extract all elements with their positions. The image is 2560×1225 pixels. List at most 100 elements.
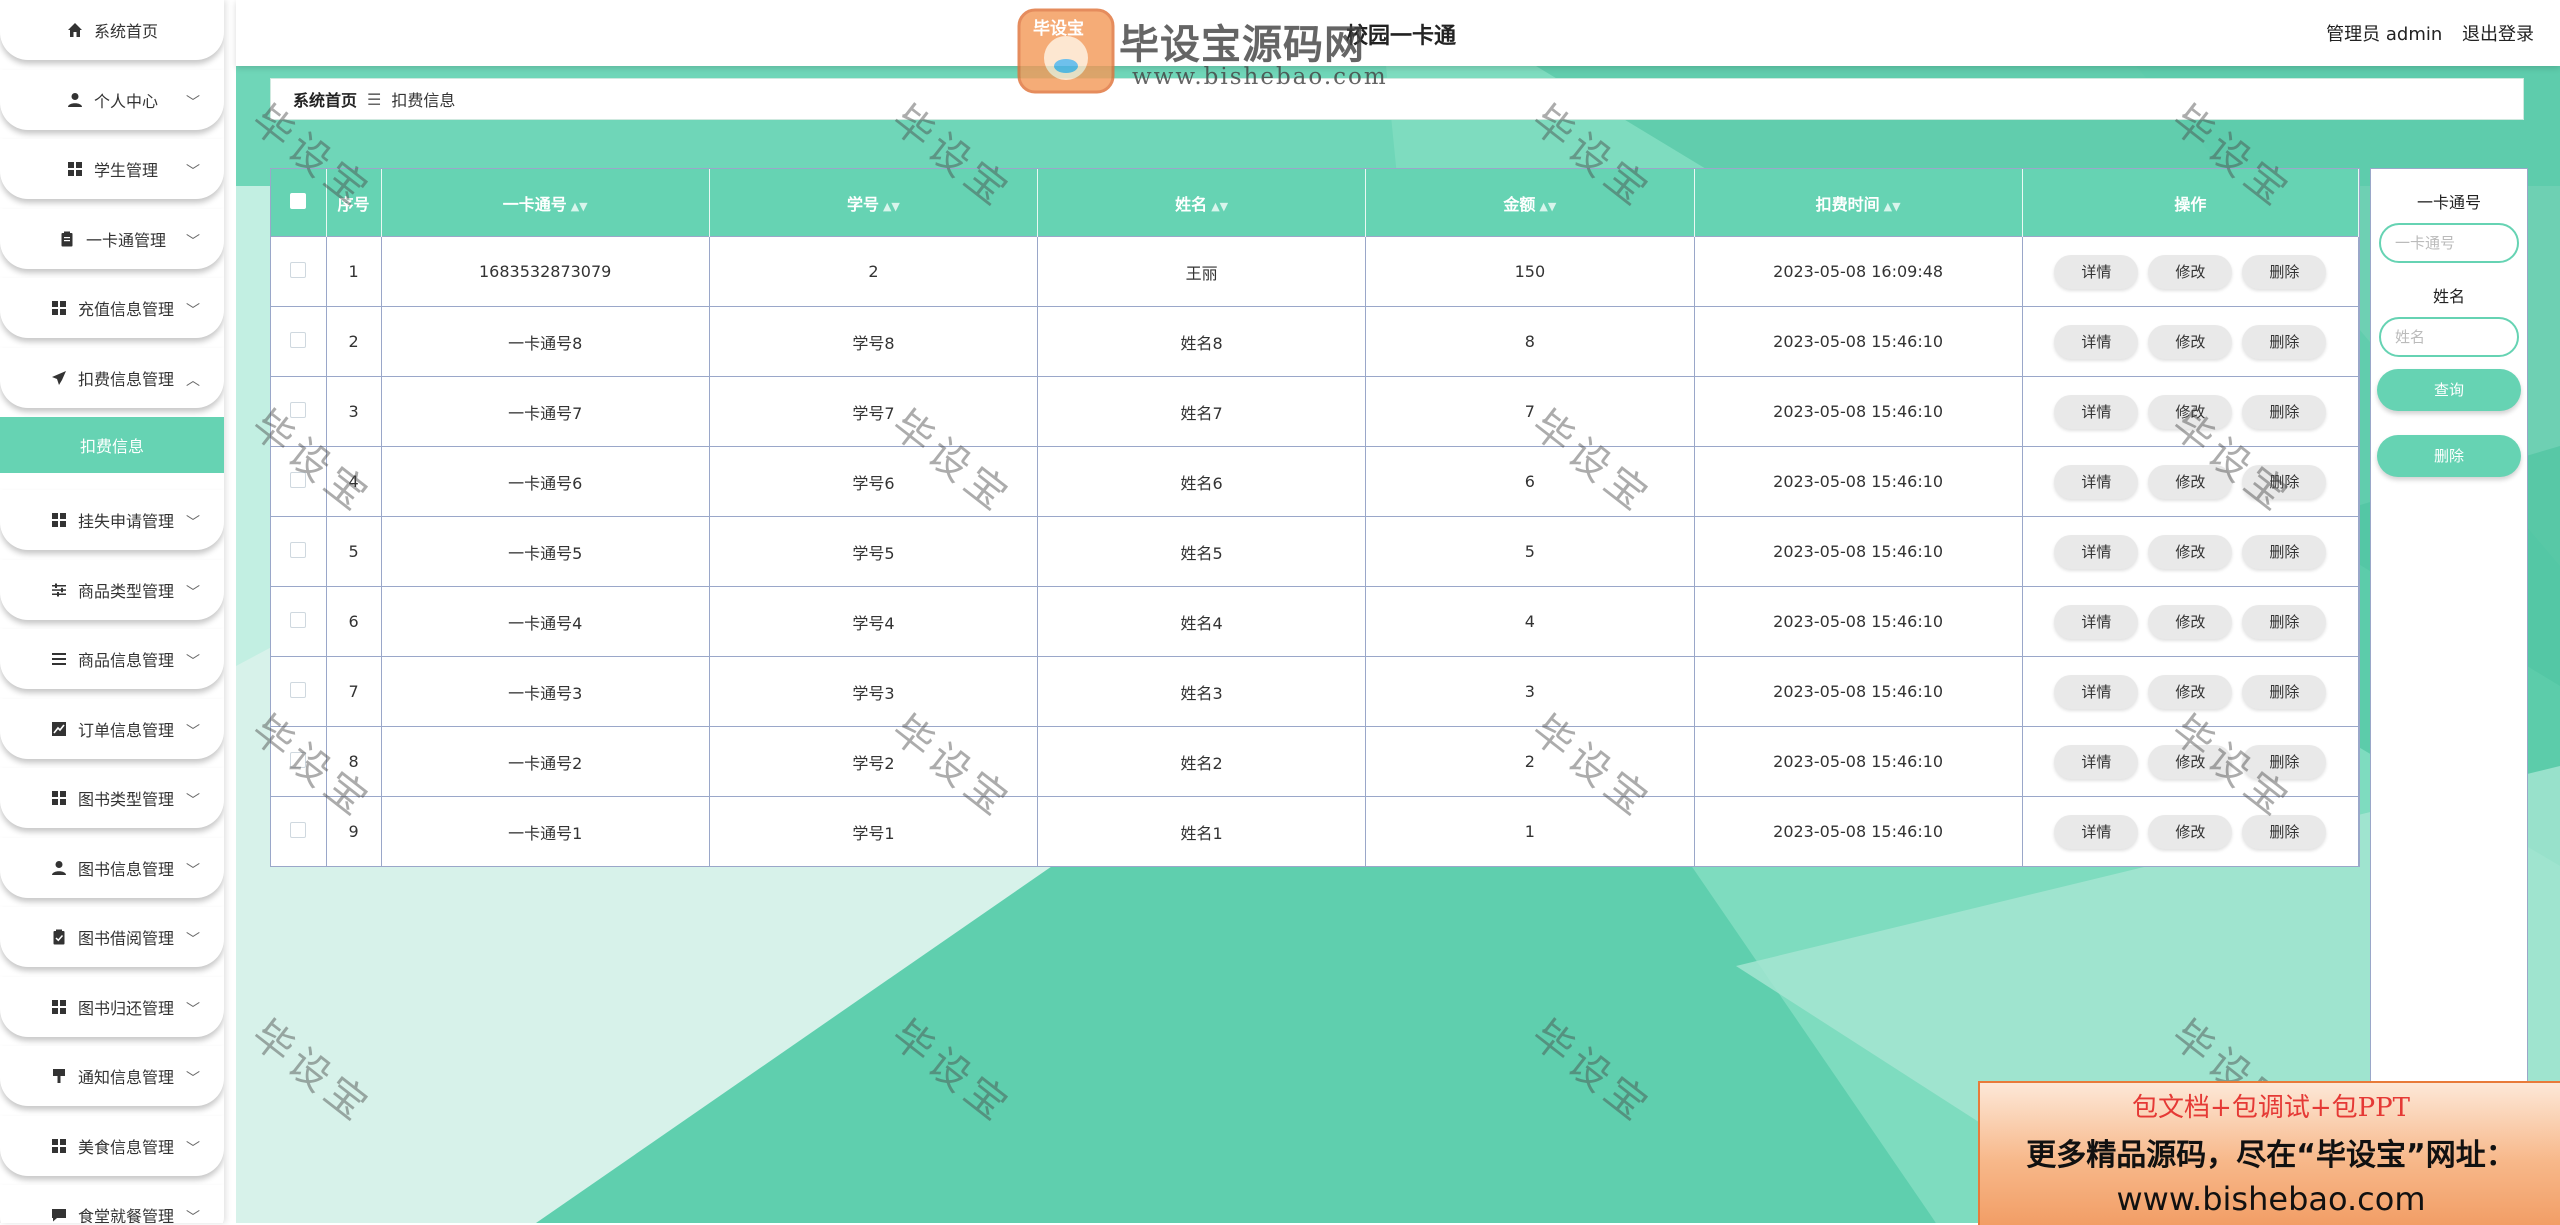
column-header-name[interactable]: 姓名 ▲▼	[1037, 169, 1367, 237]
sort-icon[interactable]: ▲▼	[571, 200, 588, 213]
edit-button[interactable]: 修改	[2148, 744, 2233, 779]
sidebar-item-label: 美食信息管理	[77, 1137, 174, 1157]
row-checkbox[interactable]	[290, 471, 307, 488]
select-all-checkbox[interactable]	[290, 192, 307, 209]
promo-banner: 包文档+包调试+包PPT 更多精品源码，尽在“毕设宝”网址： www.bishe…	[1978, 1081, 2560, 1225]
cell-time: 2023-05-08 15:46:10	[1694, 516, 2023, 587]
chevron-down-icon: ﹀	[186, 233, 200, 250]
row-checkbox-cell[interactable]	[271, 376, 327, 447]
sidebar-item-order-management[interactable]: 订单信息管理 ﹀	[0, 698, 224, 759]
row-checkbox-cell[interactable]	[271, 796, 327, 866]
detail-button[interactable]: 详情	[2054, 744, 2139, 779]
detail-button[interactable]: 详情	[2054, 324, 2139, 359]
row-checkbox[interactable]	[290, 611, 307, 628]
sidebar-item-deduction-management[interactable]: 扣费信息管理 ︿	[0, 347, 224, 408]
detail-button[interactable]: 详情	[2054, 814, 2139, 849]
delete-button[interactable]: 删除	[2242, 324, 2327, 359]
chevron-down-icon: ﹀	[186, 1001, 200, 1018]
edit-button[interactable]: 修改	[2148, 324, 2233, 359]
column-header-card-no[interactable]: 一卡通号 ▲▼	[381, 169, 710, 237]
row-checkbox-cell[interactable]	[271, 516, 327, 587]
logout-link[interactable]: 退出登录	[2462, 24, 2534, 45]
row-checkbox[interactable]	[290, 401, 307, 418]
table-row: 2 一卡通号8 学号8 姓名8 8 2023-05-08 15:46:10 详情…	[271, 306, 2360, 377]
sidebar-subitem-deduction-info[interactable]: 扣费信息	[0, 417, 224, 473]
row-checkbox-cell[interactable]	[271, 446, 327, 517]
sidebar-item-book-borrow-management[interactable]: 图书借阅管理 ﹀	[0, 907, 224, 967]
detail-button[interactable]: 详情	[2054, 254, 2139, 289]
cell-amount: 2	[1365, 726, 1695, 797]
row-checkbox-cell[interactable]	[271, 726, 327, 797]
detail-button[interactable]: 详情	[2054, 464, 2139, 499]
sort-icon[interactable]: ▲▼	[1211, 200, 1228, 213]
delete-button[interactable]: 删除	[2242, 464, 2327, 499]
sort-icon[interactable]: ▲▼	[1539, 200, 1556, 213]
edit-button[interactable]: 修改	[2148, 394, 2233, 429]
breadcrumb-home[interactable]: 系统首页	[293, 87, 357, 111]
row-checkbox-cell[interactable]	[271, 306, 327, 377]
edit-button[interactable]: 修改	[2148, 464, 2233, 499]
row-checkbox[interactable]	[290, 681, 307, 698]
delete-button[interactable]: 删除	[2242, 604, 2327, 639]
edit-button[interactable]: 修改	[2148, 674, 2233, 709]
row-checkbox[interactable]	[290, 331, 307, 348]
cell-name: 姓名5	[1037, 516, 1367, 587]
sidebar-item-personal-center[interactable]: 个人中心 ﹀	[0, 69, 224, 130]
row-checkbox-cell[interactable]	[271, 236, 327, 307]
sidebar-item-recharge-management[interactable]: 充值信息管理 ﹀	[0, 278, 224, 338]
delete-button[interactable]: 删除	[2242, 534, 2327, 569]
sidebar-item-product-type-management[interactable]: 商品类型管理 ﹀	[0, 559, 224, 620]
cell-index: 3	[326, 376, 382, 447]
grid-icon	[50, 789, 68, 807]
delete-button[interactable]: 删除	[2242, 254, 2327, 289]
cell-card-no: 一卡通号6	[381, 446, 710, 517]
row-checkbox[interactable]	[290, 261, 307, 278]
sidebar-item-book-return-management[interactable]: 图书归还管理 ﹀	[0, 976, 224, 1037]
sidebar-item-notice-management[interactable]: 通知信息管理 ﹀	[0, 1046, 224, 1106]
delete-button[interactable]: 删除	[2242, 674, 2327, 709]
chevron-down-icon: ﹀	[186, 584, 200, 601]
delete-button[interactable]: 删除	[2242, 744, 2327, 779]
edit-button[interactable]: 修改	[2148, 534, 2233, 569]
select-all-checkbox-cell[interactable]	[271, 169, 327, 237]
column-header-amount[interactable]: 金额 ▲▼	[1365, 169, 1695, 237]
row-checkbox[interactable]	[290, 751, 307, 768]
sidebar-item-book-info-management[interactable]: 图书信息管理 ﹀	[0, 837, 224, 898]
table-row: 8 一卡通号2 学号2 姓名2 2 2023-05-08 15:46:10 详情…	[271, 726, 2360, 797]
detail-button[interactable]: 详情	[2054, 534, 2139, 569]
query-button[interactable]: 查询	[2377, 369, 2521, 411]
cell-index: 6	[326, 586, 382, 657]
batch-delete-button[interactable]: 删除	[2377, 435, 2521, 477]
column-header-time[interactable]: 扣费时间 ▲▼	[1694, 169, 2023, 237]
detail-button[interactable]: 详情	[2054, 674, 2139, 709]
row-checkbox[interactable]	[290, 541, 307, 558]
column-header-student-no[interactable]: 学号 ▲▼	[709, 169, 1039, 237]
sidebar-item-food-info-management[interactable]: 美食信息管理 ﹀	[0, 1115, 224, 1176]
row-checkbox[interactable]	[290, 821, 307, 838]
sidebar-item-card-management[interactable]: 一卡通管理 ﹀	[0, 208, 224, 269]
sidebar-item-canteen-dining-management[interactable]: 食堂就餐管理 ﹀	[0, 1185, 224, 1223]
delete-button[interactable]: 删除	[2242, 394, 2327, 429]
sidebar-item-product-info-management[interactable]: 商品信息管理 ﹀	[0, 629, 224, 689]
edit-button[interactable]: 修改	[2148, 604, 2233, 639]
edit-button[interactable]: 修改	[2148, 814, 2233, 849]
delete-button[interactable]: 删除	[2242, 814, 2327, 849]
sort-icon[interactable]: ▲▼	[883, 200, 900, 213]
detail-button[interactable]: 详情	[2054, 604, 2139, 639]
sidebar-item-home[interactable]: 系统首页	[0, 0, 224, 60]
name-search-input[interactable]	[2379, 317, 2519, 357]
sidebar-item-student-management[interactable]: 学生管理 ﹀	[0, 139, 224, 199]
edit-button[interactable]: 修改	[2148, 254, 2233, 289]
card-no-search-input[interactable]	[2379, 223, 2519, 263]
cell-name: 姓名2	[1037, 726, 1367, 797]
detail-button[interactable]: 详情	[2054, 394, 2139, 429]
promo-line-2: 更多精品源码，尽在“毕设宝”网址：	[2026, 1138, 2516, 1173]
sidebar-item-book-type-management[interactable]: 图书类型管理 ﹀	[0, 768, 224, 828]
sort-icon[interactable]: ▲▼	[1884, 200, 1901, 213]
sidebar-item-loss-report-management[interactable]: 挂失申请管理 ﹀	[0, 490, 224, 550]
list-icon	[50, 650, 68, 668]
row-checkbox-cell[interactable]	[271, 586, 327, 657]
cell-time: 2023-05-08 15:46:10	[1694, 376, 2023, 447]
chevron-down-icon: ﹀	[186, 1140, 200, 1157]
row-checkbox-cell[interactable]	[271, 656, 327, 727]
